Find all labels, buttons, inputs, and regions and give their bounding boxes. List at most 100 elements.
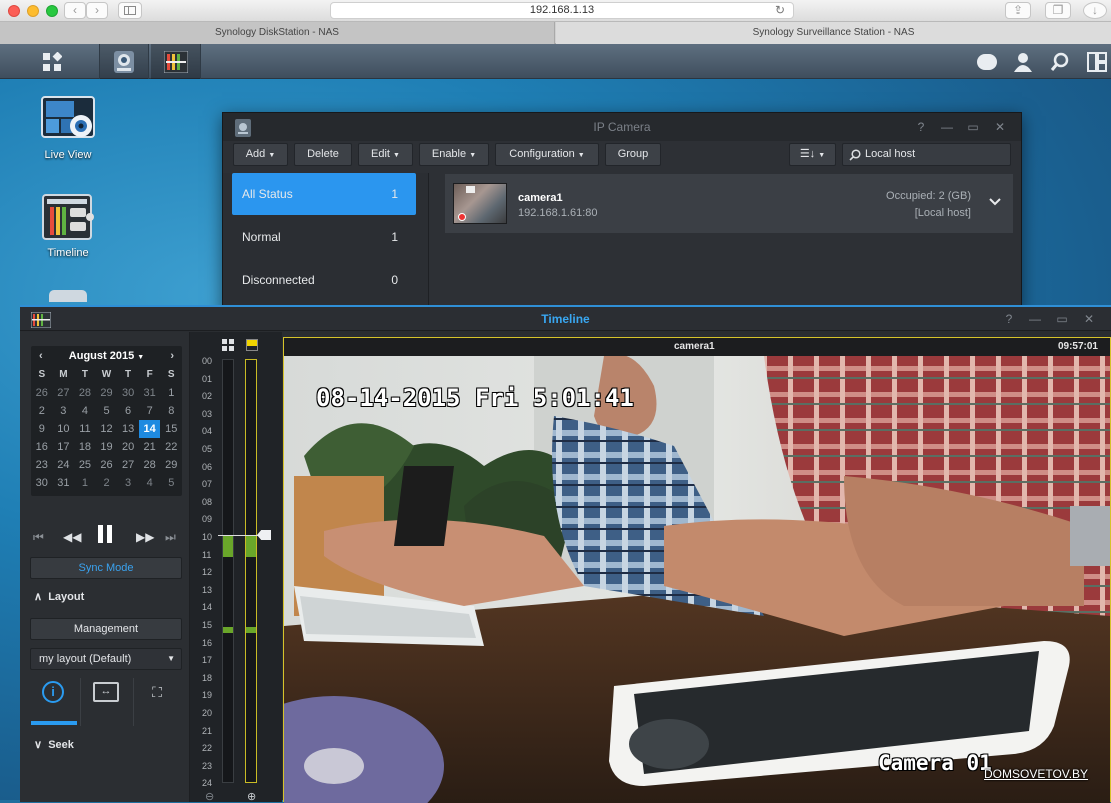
- reload-icon[interactable]: ↻: [775, 3, 785, 18]
- calendar-day[interactable]: 31: [53, 474, 75, 492]
- calendar-day[interactable]: 17: [53, 438, 75, 456]
- browser-tab-surveillance[interactable]: Synology Surveillance Station - NAS: [556, 22, 1111, 44]
- calendar-day[interactable]: 30: [117, 384, 139, 402]
- calendar-day[interactable]: 20: [117, 438, 139, 456]
- desktop-icon-partial[interactable]: [23, 290, 113, 302]
- calendar-day[interactable]: 8: [160, 402, 182, 420]
- calendar-day[interactable]: 22: [160, 438, 182, 456]
- edit-button[interactable]: Edit ▼: [358, 143, 413, 166]
- minimize-button[interactable]: —: [934, 113, 960, 141]
- calendar-day[interactable]: 21: [139, 438, 161, 456]
- share-button[interactable]: ⇪: [1005, 2, 1031, 19]
- forward-icon[interactable]: ▶▶: [136, 530, 154, 544]
- add-button[interactable]: Add ▼: [233, 143, 288, 166]
- zoom-out-icon[interactable]: ⊖: [205, 790, 214, 803]
- window-titlebar[interactable]: IP Camera: [223, 113, 1021, 141]
- desktop-icon-live-view[interactable]: Live View: [23, 96, 113, 161]
- calendar-day[interactable]: 27: [117, 456, 139, 474]
- calendar-day[interactable]: 25: [74, 456, 96, 474]
- calendar-day[interactable]: 9: [31, 420, 53, 438]
- camera-track-1[interactable]: [222, 359, 234, 783]
- sidebar-button[interactable]: [118, 2, 142, 19]
- recording-segment[interactable]: [223, 627, 233, 633]
- calendar-day[interactable]: 1: [74, 474, 96, 492]
- info-icon[interactable]: i: [42, 681, 64, 703]
- calendar-day[interactable]: 2: [96, 474, 118, 492]
- calendar-day[interactable]: 18: [74, 438, 96, 456]
- pause-button[interactable]: [98, 525, 112, 543]
- status-normal[interactable]: Normal 1: [232, 216, 416, 258]
- layout-section-header[interactable]: ∧ Layout: [34, 590, 84, 603]
- calendar-day[interactable]: 30: [31, 474, 53, 492]
- configuration-button[interactable]: Configuration ▼: [495, 143, 599, 166]
- seek-section-header[interactable]: ∨ Seek: [34, 738, 74, 751]
- enable-button[interactable]: Enable ▼: [419, 143, 489, 166]
- forward-button[interactable]: ›: [86, 2, 108, 19]
- window-titlebar[interactable]: Timeline: [20, 307, 1111, 331]
- taskbar-timeline[interactable]: [151, 44, 201, 79]
- next-month-button[interactable]: ›: [170, 346, 174, 366]
- status-disconnected[interactable]: Disconnected 0: [232, 259, 416, 301]
- skip-end-icon[interactable]: ⏭: [165, 530, 176, 545]
- recording-segment[interactable]: [246, 535, 256, 557]
- calendar-day[interactable]: 1: [160, 384, 182, 402]
- taskbar-ip-camera[interactable]: [99, 44, 149, 79]
- skip-start-icon[interactable]: ⏮: [33, 530, 44, 545]
- search-field[interactable]: Local host: [842, 143, 1011, 166]
- help-button[interactable]: ?: [996, 305, 1022, 333]
- calendar-day[interactable]: 5: [160, 474, 182, 492]
- video-frame[interactable]: 08-14-2015 Fri 5:01:41 Camera 01: [284, 356, 1110, 803]
- calendar-day[interactable]: 27: [53, 384, 75, 402]
- calendar-day[interactable]: 14: [138, 420, 161, 438]
- calendar-day[interactable]: 6: [117, 402, 139, 420]
- recording-segment[interactable]: [246, 627, 256, 633]
- calendar-month[interactable]: August 2015: [69, 350, 134, 362]
- back-button[interactable]: ‹: [64, 2, 86, 19]
- calendar-day[interactable]: 23: [31, 456, 53, 474]
- calendar-day[interactable]: 29: [96, 384, 118, 402]
- time-cursor-handle[interactable]: [257, 530, 271, 540]
- camera-track-2[interactable]: [245, 359, 257, 783]
- widgets-button[interactable]: [1072, 44, 1111, 79]
- fit-width-icon[interactable]: ↔: [93, 682, 119, 702]
- recording-segment[interactable]: [223, 535, 233, 557]
- calendar-day[interactable]: 7: [139, 402, 161, 420]
- sort-button[interactable]: ☰↓ ▼: [789, 143, 836, 166]
- help-button[interactable]: ?: [908, 113, 934, 141]
- minimize-button[interactable]: —: [1022, 305, 1048, 333]
- grid-view-icon[interactable]: [222, 339, 234, 351]
- close-window-button[interactable]: [8, 5, 20, 17]
- maximize-button[interactable]: ▭: [1049, 305, 1075, 333]
- browser-tab-diskstation[interactable]: Synology DiskStation - NAS: [0, 22, 555, 44]
- calendar-day[interactable]: 26: [31, 384, 53, 402]
- calendar-day[interactable]: 3: [117, 474, 139, 492]
- calendar-day[interactable]: 4: [74, 402, 96, 420]
- calendar-day[interactable]: 15: [160, 420, 182, 438]
- group-button[interactable]: Group: [605, 143, 661, 166]
- zoom-window-button[interactable]: [46, 5, 58, 17]
- calendar-day[interactable]: 19: [96, 438, 118, 456]
- prev-month-button[interactable]: ‹: [39, 346, 43, 366]
- management-button[interactable]: Management: [30, 618, 182, 640]
- calendar-day[interactable]: 12: [96, 420, 118, 438]
- calendar-day[interactable]: 5: [96, 402, 118, 420]
- calendar-day[interactable]: 4: [139, 474, 161, 492]
- status-all[interactable]: All Status 1: [232, 173, 416, 215]
- sync-mode-button[interactable]: Sync Mode: [30, 557, 182, 579]
- calendar-day[interactable]: 11: [74, 420, 96, 438]
- desktop-icon-timeline[interactable]: Timeline: [23, 194, 113, 259]
- chevron-down-icon[interactable]: [989, 198, 1001, 206]
- main-menu-button[interactable]: [27, 44, 77, 79]
- calendar-day[interactable]: 26: [96, 456, 118, 474]
- close-button[interactable]: ✕: [987, 113, 1013, 141]
- camera-list-item[interactable]: camera1 192.168.1.61:80 Occupied: 2 (GB)…: [445, 174, 1013, 233]
- calendar-day[interactable]: 28: [74, 384, 96, 402]
- calendar-day[interactable]: 2: [31, 402, 53, 420]
- layout-select[interactable]: my layout (Default) ▼: [30, 648, 182, 670]
- calendar-day[interactable]: 31: [139, 384, 161, 402]
- zoom-in-icon[interactable]: ⊕: [247, 790, 256, 803]
- timeline-hour-strip[interactable]: 00 01 02 03 04 05 06 07 08 09 10 11 12 13 14 15 16 17 18 19…: [190, 332, 282, 803]
- calendar-day[interactable]: 3: [53, 402, 75, 420]
- address-bar[interactable]: 192.168.1.13 ↻: [330, 2, 794, 19]
- single-view-icon[interactable]: [246, 339, 258, 351]
